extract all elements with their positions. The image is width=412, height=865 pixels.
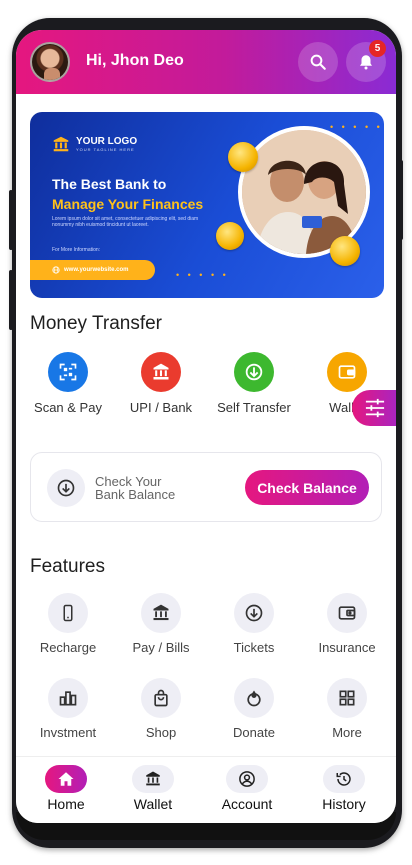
decorative-dots: • • • • • bbox=[330, 122, 383, 132]
scan-pay-button[interactable]: Scan & Pay bbox=[23, 352, 113, 415]
banner-logo: YOUR LOGO YOUR TAGLINE HERE bbox=[52, 136, 137, 152]
bank-logo-icon bbox=[52, 136, 70, 152]
sliders-icon bbox=[364, 398, 386, 418]
feature-investment[interactable]: Invstment bbox=[23, 678, 113, 740]
features-title: Features bbox=[30, 556, 105, 577]
wallet-icon bbox=[327, 593, 367, 633]
nav-label: History bbox=[322, 796, 366, 812]
feature-label: Pay / Bills bbox=[132, 640, 190, 655]
nav-label: Wallet bbox=[133, 796, 173, 812]
feature-label: Invstment bbox=[39, 725, 97, 740]
coin-decoration bbox=[216, 222, 244, 250]
feature-label: Insurance bbox=[318, 640, 376, 655]
banner-website[interactable]: www.yourwebsite.com bbox=[30, 260, 155, 280]
feature-label: More bbox=[332, 725, 362, 740]
feature-label: Donate bbox=[233, 725, 275, 740]
check-balance-card: Check Your Bank Balance Check Balance bbox=[30, 452, 382, 522]
notification-badge: 5 bbox=[369, 40, 386, 57]
feature-more[interactable]: More bbox=[302, 678, 392, 740]
banner-headline-1: The Best Bank to bbox=[52, 176, 167, 192]
power-button bbox=[399, 160, 403, 240]
banner-logo-tagline: YOUR TAGLINE HERE bbox=[76, 147, 135, 152]
nav-label: Account bbox=[221, 796, 273, 812]
nav-home[interactable]: Home bbox=[28, 765, 104, 812]
feature-insurance[interactable]: Insurance bbox=[302, 593, 392, 655]
feature-label: Recharge bbox=[39, 640, 97, 655]
home-icon bbox=[45, 765, 87, 793]
scan-pay-label: Scan & Pay bbox=[34, 400, 102, 415]
feature-label: Tickets bbox=[233, 640, 275, 655]
upi-bank-label: UPI / Bank bbox=[129, 400, 193, 415]
self-transfer-button[interactable]: Self Transfer bbox=[209, 352, 299, 415]
feature-shop[interactable]: Shop bbox=[116, 678, 206, 740]
donate-icon bbox=[234, 678, 274, 718]
check-balance-line-2: Bank Balance bbox=[95, 487, 176, 502]
banner-headline-2: Manage Your Finances bbox=[52, 196, 204, 212]
nav-label: Home bbox=[47, 796, 85, 812]
banner-description: Lorem ipsum dolor sit amet, consectetuer… bbox=[52, 216, 199, 228]
app-header: Hi, Jhon Deo 5 bbox=[16, 30, 396, 94]
download-circle-icon bbox=[47, 469, 85, 507]
bank-icon bbox=[141, 352, 181, 392]
feature-label: Shop bbox=[145, 725, 177, 740]
avatar[interactable] bbox=[30, 42, 70, 82]
feature-recharge[interactable]: Recharge bbox=[23, 593, 113, 655]
banner-more-info: For More Information: bbox=[52, 247, 101, 253]
bank-icon bbox=[141, 593, 181, 633]
notifications-button[interactable]: 5 bbox=[346, 40, 386, 82]
coin-decoration bbox=[228, 142, 258, 172]
download-circle-icon bbox=[234, 352, 274, 392]
filter-fab-button[interactable] bbox=[352, 390, 396, 426]
greeting-text: Hi, Jhon Deo bbox=[86, 52, 184, 69]
shopping-bag-icon bbox=[141, 678, 181, 718]
nav-wallet[interactable]: Wallet bbox=[115, 765, 191, 812]
qr-scan-icon bbox=[48, 352, 88, 392]
feature-donate[interactable]: Donate bbox=[209, 678, 299, 740]
nav-account[interactable]: Account bbox=[209, 765, 285, 812]
feature-tickets[interactable]: Tickets bbox=[209, 593, 299, 655]
bottom-navigation: Home Wallet Account History bbox=[16, 756, 396, 823]
globe-icon bbox=[52, 266, 60, 274]
coin-decoration bbox=[330, 236, 360, 266]
banner-logo-text: YOUR LOGO bbox=[76, 136, 138, 147]
account-icon bbox=[226, 765, 268, 793]
app-screen: Hi, Jhon Deo 5 YOUR LOGO YOUR TAGLINE HER… bbox=[16, 30, 396, 823]
phone-icon bbox=[48, 593, 88, 633]
self-transfer-label: Self Transfer bbox=[217, 400, 291, 415]
money-transfer-title: Money Transfer bbox=[30, 313, 162, 334]
decorative-dots: • • • • • bbox=[176, 270, 229, 280]
wallet-icon bbox=[327, 352, 367, 392]
search-icon bbox=[309, 53, 327, 71]
history-icon bbox=[323, 765, 365, 793]
volume-button bbox=[9, 270, 13, 330]
volume-button bbox=[9, 190, 13, 250]
bank-icon bbox=[132, 765, 174, 793]
nav-history[interactable]: History bbox=[306, 765, 382, 812]
search-button[interactable] bbox=[298, 42, 338, 82]
grid-icon bbox=[327, 678, 367, 718]
banner-website-text: www.yourwebsite.com bbox=[64, 267, 129, 273]
feature-pay-bills[interactable]: Pay / Bills bbox=[116, 593, 206, 655]
upi-bank-button[interactable]: UPI / Bank bbox=[116, 352, 206, 415]
check-balance-text: Check Your Bank Balance bbox=[95, 475, 175, 501]
bar-chart-icon bbox=[48, 678, 88, 718]
check-balance-button[interactable]: Check Balance bbox=[245, 470, 369, 505]
promo-banner[interactable]: YOUR LOGO YOUR TAGLINE HERE The Best Bank… bbox=[30, 112, 384, 298]
download-circle-icon bbox=[234, 593, 274, 633]
